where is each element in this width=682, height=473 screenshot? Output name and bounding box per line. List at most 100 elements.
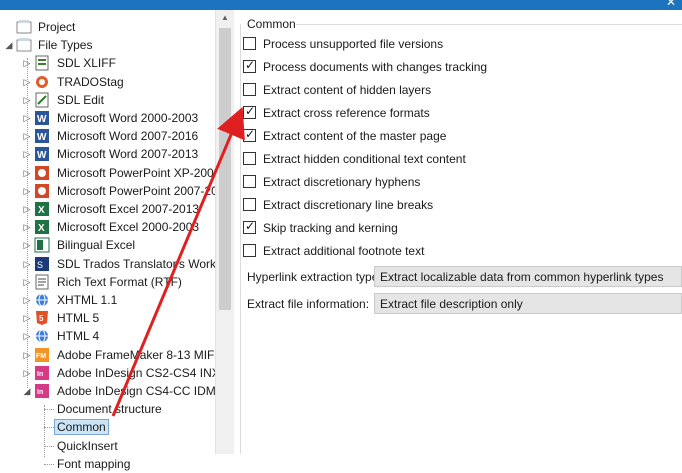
word-icon: W [34, 146, 50, 162]
hyperlink-type-value: Extract localizable data from common hyp… [380, 270, 664, 284]
tree-item-label: Microsoft Excel 2007-2013 [57, 202, 200, 216]
collapse-arrow-icon[interactable]: ◢ [4, 39, 14, 51]
group-border [240, 24, 241, 454]
framemaker-icon: FM [34, 347, 50, 363]
checkbox-unchecked[interactable] [243, 198, 256, 211]
group-title: Common [247, 17, 296, 31]
tree-scrollbar[interactable]: ▲ [215, 10, 234, 454]
tree-item-label: Common [54, 419, 109, 436]
checkbox-unchecked[interactable] [243, 37, 256, 50]
tree-item[interactable]: ◢ In Adobe InDesign CS4-CC IDML [0, 382, 222, 400]
tree-item-label: SDL XLIFF [57, 56, 116, 71]
excel-icon: X [34, 201, 50, 217]
folder-icon [16, 19, 32, 35]
tree-item[interactable]: Document structure [0, 400, 215, 418]
tree-item-label: TRADOStag [57, 74, 124, 89]
tree-item-label: Bilingual Excel [57, 238, 136, 253]
tree-item-label: File Types [38, 38, 93, 53]
tree-item-label: QuickInsert [57, 438, 118, 453]
tree-item[interactable]: ▷ X Microsoft Excel 2000-2003 [0, 218, 215, 236]
close-icon[interactable]: ✕ [666, 0, 676, 9]
tradostag-icon [34, 74, 50, 90]
tree-item[interactable]: ▷ 5 HTML 5 [0, 309, 215, 327]
checkbox-label: Extract hidden conditional text content [263, 152, 466, 166]
tree-item-label: Microsoft Word 2007-2016 [57, 129, 199, 144]
powerpoint-icon [34, 165, 50, 181]
tree-item-label: Microsoft PowerPoint XP-2003 [57, 165, 221, 180]
tree-item[interactable]: ▷ S SDL Trados Translator's Work [0, 255, 217, 273]
tree-item[interactable]: ▷ In Adobe InDesign CS2-CS4 INX [0, 364, 220, 382]
tree-item-label: Rich Text Format (RTF) [57, 274, 182, 289]
checkbox-label: Extract additional footnote text [263, 244, 425, 258]
tree-item[interactable]: ▷ Microsoft PowerPoint 2007-20 [0, 182, 218, 200]
bilingual-excel-icon [34, 237, 50, 253]
svg-text:In: In [37, 389, 43, 396]
file-info-label: Extract file information: [247, 297, 370, 311]
tree-item[interactable]: Common [0, 418, 215, 436]
indesign-icon: In [34, 365, 50, 381]
tree-item[interactable]: Font mapping [0, 455, 215, 473]
svg-text:5: 5 [39, 314, 44, 323]
svg-text:W: W [37, 114, 47, 125]
svg-text:W: W [37, 132, 47, 143]
tree-item[interactable]: ▷ TRADOStag [0, 73, 215, 91]
tree-item[interactable]: ▷ W Microsoft Word 2007-2013 [0, 145, 215, 163]
checkbox-checked[interactable] [243, 58, 256, 73]
tree-item[interactable]: Project [0, 18, 215, 36]
tree-item-label: Project [38, 20, 76, 34]
checkbox-unchecked[interactable] [243, 152, 256, 165]
tree-item-label: Microsoft Excel 2000-2003 [57, 220, 200, 235]
checkbox-label: Extract content of the master page [263, 129, 447, 143]
tree-item[interactable]: ▷ Rich Text Format (RTF) [0, 273, 215, 291]
svg-text:X: X [38, 205, 45, 216]
tree-item[interactable]: ▷ XHTML 1.1 [0, 291, 215, 309]
checkbox-unchecked[interactable] [243, 244, 256, 257]
indesign-icon: In [34, 383, 50, 399]
tree-item-label: Adobe InDesign CS4-CC IDML [57, 384, 223, 398]
file-info-value: Extract file description only [380, 297, 523, 311]
hyperlink-type-label: Hyperlink extraction type: [247, 270, 382, 284]
rtf-icon [34, 274, 50, 290]
checkbox-label: Skip tracking and kerning [263, 221, 398, 235]
folder-icon [16, 37, 32, 53]
excel-icon: X [34, 219, 50, 235]
html5-icon: 5 [34, 310, 50, 326]
title-bar: ✕ [0, 0, 682, 10]
svg-text:X: X [38, 223, 45, 234]
tree-item[interactable]: ▷ W Microsoft Word 2007-2016 [0, 127, 215, 145]
tree-item[interactable]: ▷ Microsoft PowerPoint XP-2003 [0, 164, 220, 182]
tree-item-label: Adobe FrameMaker 8-13 MIF [57, 347, 215, 362]
svg-text:S: S [37, 260, 43, 270]
checkbox-unchecked[interactable] [243, 83, 256, 96]
tree-item-label: SDL Trados Translator's Work [57, 256, 217, 271]
tree-item-label: SDL Edit [57, 92, 104, 107]
scroll-up-icon[interactable]: ▲ [216, 10, 234, 26]
tree-item[interactable]: QuickInsert [0, 437, 215, 455]
tree-item-label: Font mapping [57, 456, 131, 471]
tree-item[interactable]: ◢ File Types [0, 36, 215, 54]
file-info-select[interactable]: Extract file description only [374, 293, 682, 314]
checkbox-unchecked[interactable] [243, 175, 256, 188]
checkbox-checked[interactable] [243, 219, 256, 234]
group-border-top [296, 24, 682, 25]
tree-item[interactable]: ▷ FM Adobe FrameMaker 8-13 MIF [0, 346, 215, 364]
checkbox-checked[interactable] [243, 127, 256, 142]
tree-item[interactable]: ▷ W Microsoft Word 2000-2003 [0, 109, 215, 127]
tree-item[interactable]: ▷ SDL Edit [0, 91, 215, 109]
tree-item[interactable]: ▷ Bilingual Excel [0, 236, 215, 254]
tree-item-label: Adobe InDesign CS2-CS4 INX [57, 365, 220, 380]
hyperlink-type-select[interactable]: Extract localizable data from common hyp… [374, 266, 682, 287]
checkbox-checked[interactable] [243, 104, 256, 119]
file-types-tree: Project ◢ File Types ▷ SDL XLIFF ▷ TRADOStag ▷ S… [0, 10, 234, 471]
checkbox-label: Process documents with changes tracking [263, 60, 488, 74]
svg-text:W: W [37, 150, 47, 161]
scrollbar-thumb[interactable] [219, 28, 231, 310]
sdl-edit-icon [34, 92, 50, 108]
checkbox-label: Extract content of hidden layers [263, 83, 432, 97]
tree-item[interactable]: ▷ X Microsoft Excel 2007-2013 [0, 200, 215, 218]
tree-item[interactable]: ▷ HTML 4 [0, 327, 215, 345]
tree-item-label: HTML 4 [57, 329, 100, 344]
tree-item[interactable]: ▷ SDL XLIFF [0, 54, 215, 72]
globe-icon [34, 328, 50, 344]
tree-item-label: Microsoft PowerPoint 2007-20 [57, 183, 218, 198]
